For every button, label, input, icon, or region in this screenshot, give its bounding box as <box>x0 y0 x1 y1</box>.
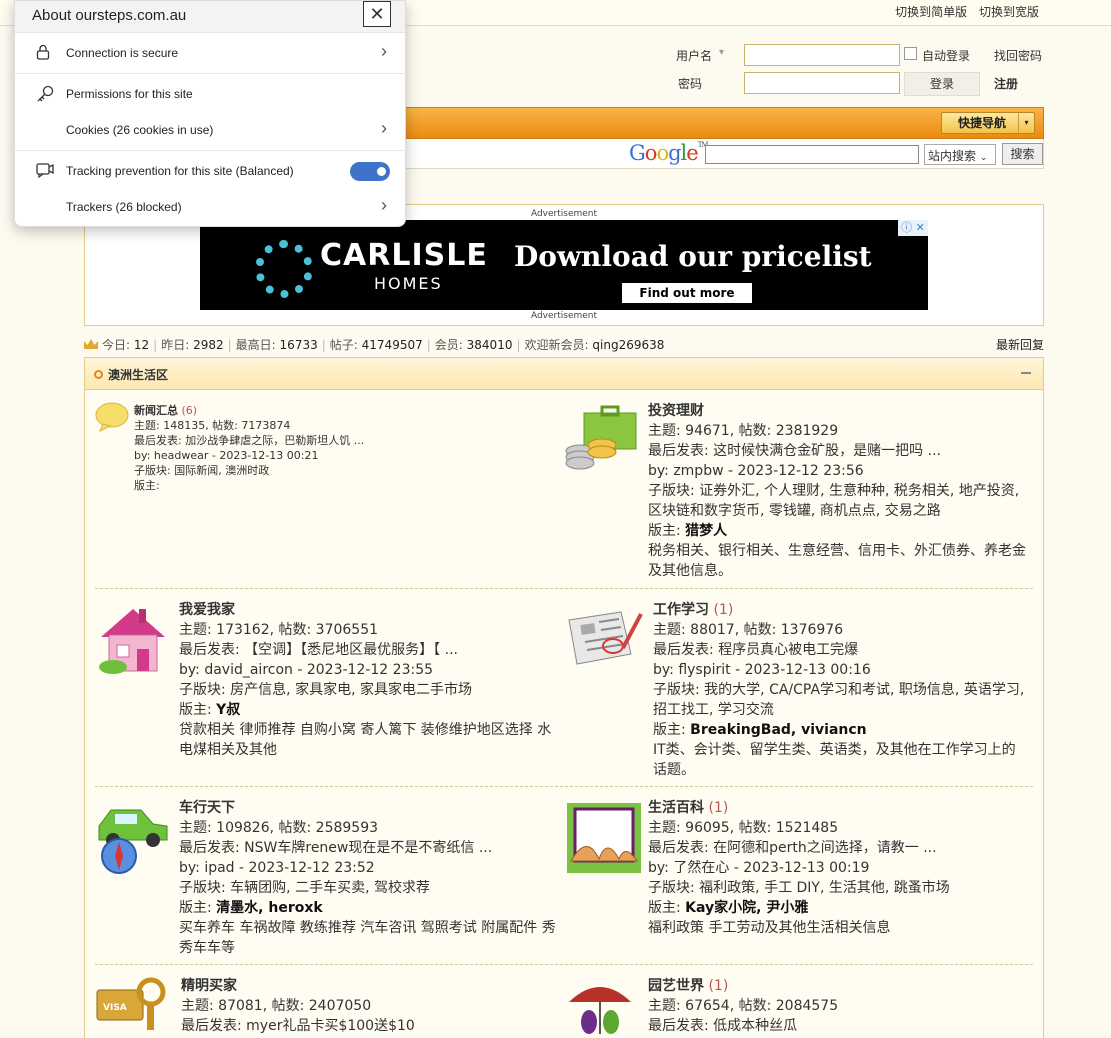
subforums[interactable]: 子版块: 我的大学, CA/CPA学习和考试, 职场信息, 英语学习, 招工找工… <box>653 680 1029 720</box>
forgot-password-link[interactable]: 找回密码 <box>994 47 1042 64</box>
chevron-right-icon: › <box>381 41 387 61</box>
chevron-right-icon: › <box>381 195 387 215</box>
subforums[interactable]: 子版块: 证券外汇, 个人理财, 生意种种, 税务相关, 地产投资, 区块链和数… <box>648 481 1028 521</box>
subforums[interactable]: 子版块: 房产信息, 家具家电, 家具家电二手市场 <box>179 680 559 700</box>
house-icon <box>99 609 165 674</box>
username-input[interactable] <box>744 44 900 66</box>
newest-member-link[interactable]: qing269638 <box>592 338 664 352</box>
google-logo: GoogleTM <box>629 141 709 165</box>
collapse-icon[interactable] <box>1021 372 1031 374</box>
last-post-link[interactable]: 最后发表: NSW车牌renew现在是不是不寄纸信 ... <box>179 838 559 858</box>
subforums[interactable]: 子版块: 福利政策, 手工 DIY, 生活其他, 跳蚤市场 <box>648 878 1028 898</box>
advert-brand: CARLISLE <box>320 238 488 273</box>
crown-icon <box>84 339 98 349</box>
top-links: 切换到简单版 切换到宽版 <box>887 3 1039 20</box>
tracking-camera-icon <box>36 163 54 178</box>
username-caret-icon[interactable]: ▾ <box>719 47 724 58</box>
lock-icon <box>36 44 50 60</box>
umbrella-vegetables-icon <box>569 987 631 1034</box>
popup-header: About oursteps.com.au ✕ <box>15 1 405 33</box>
money-briefcase-icon <box>565 405 637 470</box>
advert-cta-button[interactable]: Find out more <box>622 283 752 303</box>
chevron-down-icon[interactable]: ▾ <box>1018 113 1034 133</box>
search-scope-select[interactable]: 站内搜索 ⌄ <box>924 144 996 165</box>
chevron-right-icon: › <box>381 118 387 138</box>
search-input[interactable] <box>705 145 919 164</box>
password-input[interactable] <box>744 72 900 94</box>
quick-nav-label: 快捷导航 <box>958 116 1007 130</box>
forum-name[interactable]: 精明买家 <box>181 978 237 994</box>
forum-name[interactable]: 我爱我家 <box>179 602 235 618</box>
advert-close-icon[interactable]: ⓘ ✕ <box>898 220 928 236</box>
advert-pitch: Download our pricelist <box>514 240 872 273</box>
username-label[interactable]: 用户名 <box>676 47 712 64</box>
forum-home: 我爱我家 主题: 173162, 帖数: 3706551 最后发表: 【空调】【… <box>179 600 559 760</box>
trackers-row[interactable]: Trackers (26 blocked) › <box>15 187 407 227</box>
tracking-toggle[interactable] <box>350 162 390 181</box>
forum-name[interactable]: 新闻汇总 <box>134 404 178 417</box>
row-divider <box>95 786 1033 787</box>
advert-banner[interactable]: CARLISLE HOMES Download our pricelist Fi… <box>200 220 928 310</box>
forum-cars: 车行天下 主题: 109826, 帖数: 2589593 最后发表: NSW车牌… <box>179 798 559 958</box>
popup-title: About oursteps.com.au <box>32 7 187 24</box>
permissions-row[interactable]: Permissions for this site <box>15 74 407 114</box>
subforums[interactable]: 子版块: 车辆团购, 二手车买卖, 驾校求荐 <box>179 878 559 898</box>
last-post-link[interactable]: 最后发表: 在阿德和perth之间选择，请教一 ... <box>648 838 1028 858</box>
section-dot-icon <box>94 370 103 379</box>
forum-name[interactable]: 工作学习 <box>653 602 709 618</box>
card-key-icon: VISA <box>96 977 166 1030</box>
auto-login-checkbox[interactable] <box>904 47 917 60</box>
carlisle-logo-icon <box>255 240 313 298</box>
forum-section: 澳洲生活区 新闻汇总 (6) 主题: 148135, 帖数: 7173874 最… <box>84 357 1044 1038</box>
quick-nav-button[interactable]: 快捷导航 ▾ <box>941 112 1035 134</box>
info-icon[interactable]: ⓘ <box>901 221 912 234</box>
forum-shopper: 精明买家 主题: 87081, 帖数: 2407050 最后发表: myer礼品… <box>181 976 561 1036</box>
latest-replies-link[interactable]: 最新回复 <box>996 336 1044 353</box>
last-post-link[interactable]: 最后发表: 程序员真心被电工完爆 <box>653 640 1029 660</box>
switch-simple-link[interactable]: 切换到简单版 <box>895 5 967 19</box>
last-post-link[interactable]: 最后发表: 【空调】【悉尼地区最优服务】【 ... <box>179 640 559 660</box>
site-info-popup: About oursteps.com.au ✕ Connection is se… <box>14 0 407 227</box>
forum-garden: 园艺世界 (1) 主题: 67654, 帖数: 2084575 最后发表: 低成… <box>648 976 1028 1036</box>
forum-life: 生活百科 (1) 主题: 96095, 帖数: 1521485 最后发表: 在阿… <box>648 798 1028 938</box>
newspaper-icon <box>568 611 643 665</box>
car-compass-icon <box>98 809 168 874</box>
forum-news: 新闻汇总 (6) 主题: 148135, 帖数: 7173874 最后发表: 加… <box>134 403 434 493</box>
svg-text:VISA: VISA <box>103 1003 127 1013</box>
last-post-link[interactable]: 最后发表: 低成本种丝瓜 <box>648 1016 1028 1036</box>
section-header: 澳洲生活区 <box>85 358 1043 390</box>
cookies-row[interactable]: Cookies (26 cookies in use) › <box>15 110 407 150</box>
tracking-row: Tracking prevention for this site (Balan… <box>15 151 407 191</box>
row-divider <box>95 588 1033 589</box>
forum-name[interactable]: 投资理财 <box>648 403 704 419</box>
forum-investment: 投资理财 主题: 94671, 帖数: 2381929 最后发表: 这时候快满仓… <box>648 403 1028 579</box>
last-post-link[interactable]: 最后发表: myer礼品卡买$100送$10 <box>181 1016 561 1036</box>
search-button[interactable]: 搜索 <box>1002 143 1043 165</box>
password-label: 密码 <box>678 77 703 91</box>
login-button[interactable]: 登录 <box>904 72 980 96</box>
key-icon <box>37 85 54 102</box>
subforums[interactable]: 子版块: 国际新闻, 澳洲时政 <box>134 463 434 478</box>
close-icon[interactable]: ✕ <box>363 1 391 27</box>
login-panel: 用户名 ▾ 自动登录 找回密码 密码 登录 注册 <box>676 44 1056 98</box>
register-link[interactable]: 注册 <box>994 75 1018 92</box>
last-post-link[interactable]: 最后发表: 这时候快满仓金矿股，是赌一把吗 ... <box>648 441 1028 461</box>
switch-wide-link[interactable]: 切换到宽版 <box>979 5 1039 19</box>
connection-row[interactable]: Connection is secure › <box>15 33 407 73</box>
forum-name[interactable]: 车行天下 <box>179 800 235 816</box>
forum-name[interactable]: 生活百科 <box>648 800 704 816</box>
forum-work-study: 工作学习 (1) 主题: 88017, 帖数: 1376976 最后发表: 程序… <box>653 600 1029 780</box>
forum-stats: 今日: 12 | 昨日: 2982 | 最高日: 16733 | 帖子: 41749507 |… <box>84 336 1044 354</box>
section-title[interactable]: 澳洲生活区 <box>108 366 168 383</box>
last-post-link[interactable]: 最后发表: 加沙战争肆虐之际，巴勒斯坦人饥 ... <box>134 433 434 448</box>
forum-name[interactable]: 园艺世界 <box>648 978 704 994</box>
advert-label-bottom: Advertisement <box>530 311 598 321</box>
advert-brand-sub: HOMES <box>374 274 443 293</box>
row-divider <box>95 964 1033 965</box>
opera-house-icon <box>567 803 641 873</box>
speech-bubble-icon <box>95 402 129 432</box>
auto-login-label[interactable]: 自动登录 <box>922 47 970 64</box>
